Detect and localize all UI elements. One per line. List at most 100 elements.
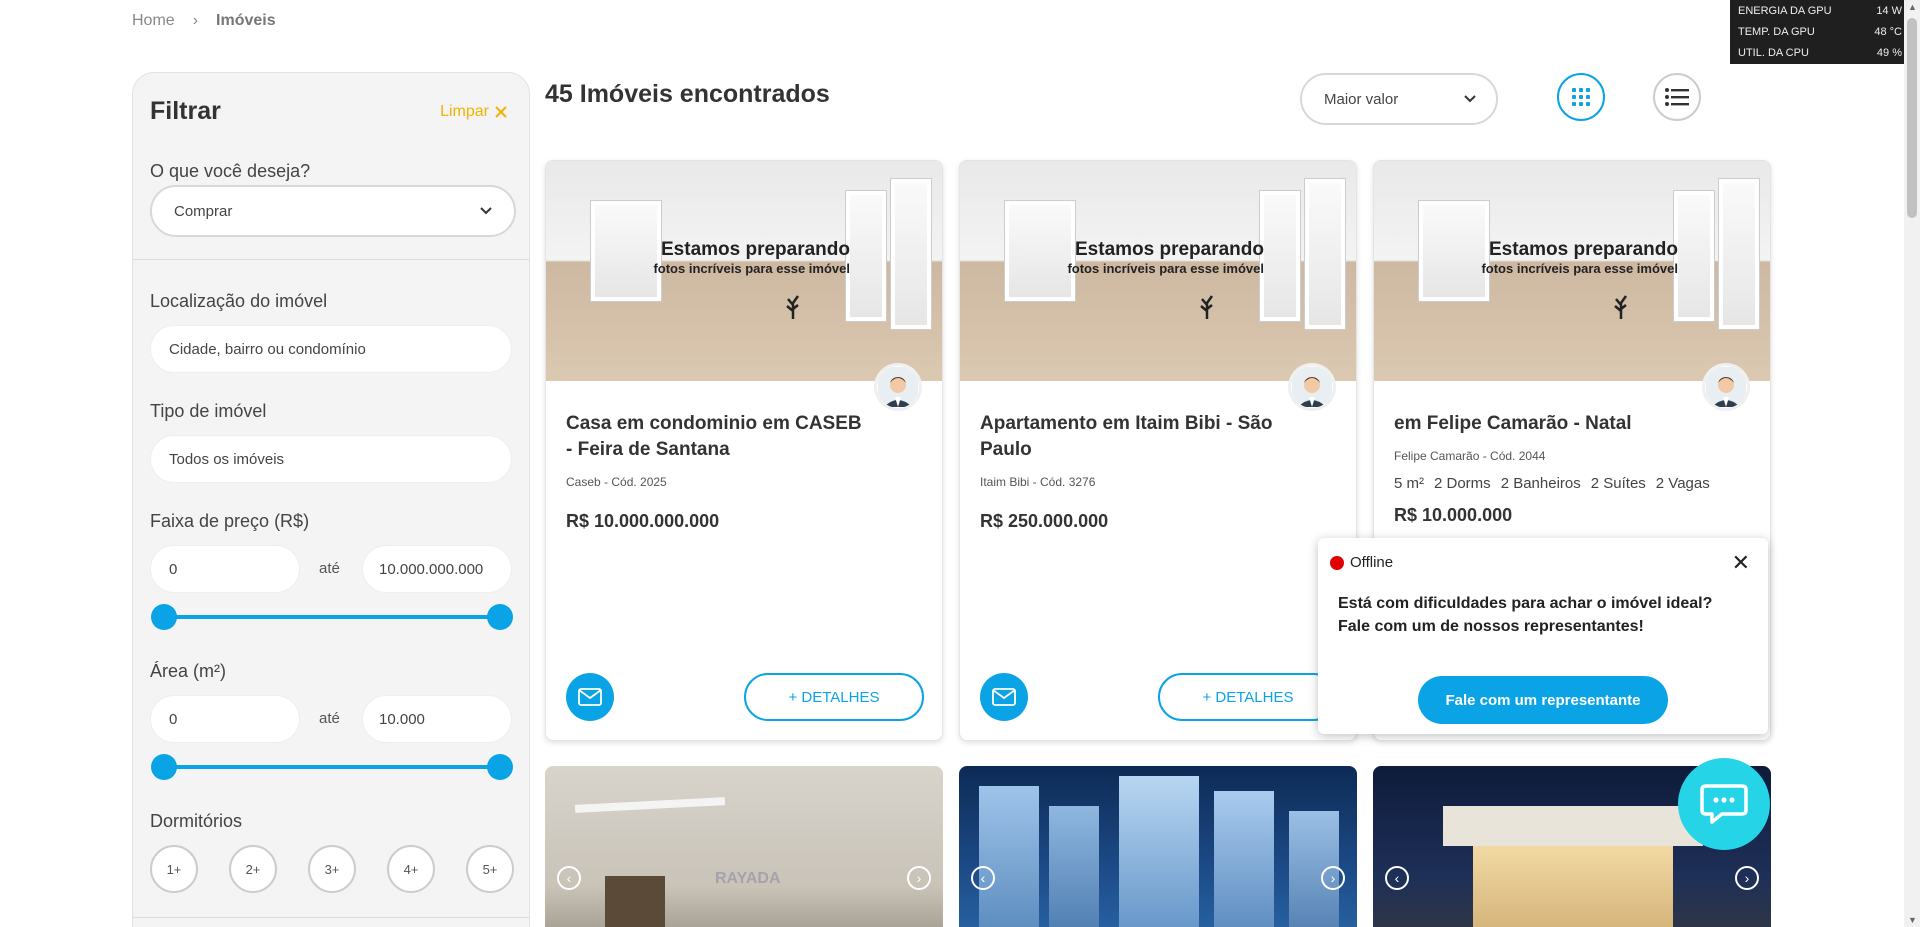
price-max-input[interactable]: 10.000.000.000: [362, 545, 512, 593]
details-button[interactable]: + DETALHES: [1158, 673, 1338, 721]
hardware-monitor-overlay: ENERGIA DA GPU 14 W TEMP. DA GPU 48 °C U…: [1730, 0, 1910, 64]
building: [1214, 791, 1274, 927]
overlay-row: ENERGIA DA GPU 14 W: [1738, 0, 1902, 21]
chat-icon: [1700, 784, 1748, 824]
grid-view-button[interactable]: [1557, 73, 1605, 121]
feature-bathrooms: 2 Banheiros: [1500, 475, 1581, 492]
bedrooms-option[interactable]: 3+: [308, 845, 356, 893]
chat-popup: Offline ✕ Está com dificuldades para ach…: [1318, 538, 1768, 734]
type-select[interactable]: Todos os imóveis: [150, 435, 512, 483]
area-min-input[interactable]: 0: [150, 695, 300, 743]
placeholder-heading: Estamos preparando: [661, 239, 850, 260]
location-label: Localização do imóvel: [150, 291, 328, 311]
property-card[interactable]: Estamos preparando fotos incríveis para …: [959, 160, 1357, 741]
chevron-right-icon: ›: [1744, 870, 1750, 886]
chevron-left-icon: ‹: [566, 870, 572, 886]
chat-message-line2: Fale com um de nossos representantes!: [1338, 618, 1644, 635]
scrollbar-thumb[interactable]: [1907, 18, 1917, 218]
area-label: Área (m²): [150, 661, 226, 681]
property-price: R$ 10.000.000: [1394, 505, 1513, 525]
property-image-placeholder[interactable]: Estamos preparando fotos incríveis para …: [960, 161, 1356, 381]
room-window: [591, 201, 661, 301]
area-slider-max-handle[interactable]: [487, 754, 513, 780]
agent-avatar[interactable]: [874, 363, 922, 411]
property-price: R$ 10.000.000.000: [566, 511, 720, 531]
chat-bubble-button[interactable]: [1678, 758, 1770, 850]
property-title[interactable]: Apartamento em Itaim Bibi - São Paulo: [980, 411, 1280, 463]
breadcrumb-current: Imóveis: [216, 12, 276, 29]
chevron-down-icon: [1464, 95, 1476, 103]
property-image-placeholder[interactable]: Estamos preparando fotos incríveis para …: [1374, 161, 1770, 381]
room-window: [1674, 191, 1714, 321]
chevron-left-icon: ‹: [980, 870, 986, 886]
area-between-label: até: [319, 710, 340, 727]
house-roof: [1443, 806, 1703, 846]
plant-icon: [1200, 295, 1214, 319]
area-max-input[interactable]: 10.000: [362, 695, 512, 743]
sort-select[interactable]: Maior valor: [1300, 73, 1498, 125]
room-window: [1719, 179, 1759, 329]
talk-to-representative-button[interactable]: Fale com um representante: [1418, 676, 1668, 724]
placeholder-subtext: fotos incríveis para esse imóvel: [653, 261, 850, 276]
scroll-down-icon[interactable]: ▼: [1908, 915, 1917, 925]
bedrooms-option[interactable]: 2+: [229, 845, 277, 893]
desire-select-value: Comprar: [174, 202, 233, 220]
agent-avatar[interactable]: [1702, 363, 1750, 411]
next-image-button[interactable]: ›: [1321, 866, 1345, 890]
area-slider-min-handle[interactable]: [151, 754, 177, 780]
building: [1119, 776, 1199, 927]
clear-filters-button[interactable]: Limpar: [440, 103, 509, 121]
list-view-button[interactable]: [1653, 73, 1701, 121]
mail-icon: [578, 688, 602, 706]
room-window: [1419, 201, 1489, 301]
property-card[interactable]: Estamos preparando fotos incríveis para …: [545, 160, 943, 741]
contact-email-button[interactable]: [980, 673, 1028, 721]
price-slider-min-handle[interactable]: [151, 604, 177, 630]
prev-image-button[interactable]: ‹: [1385, 866, 1409, 890]
area-min-value: 0: [169, 710, 178, 728]
prev-image-button[interactable]: ‹: [557, 866, 581, 890]
results-count-title: 45 Imóveis encontrados: [545, 80, 830, 108]
agent-avatar-icon: [1292, 367, 1332, 407]
price-slider-max-handle[interactable]: [487, 604, 513, 630]
price-max-value: 10.000.000.000: [379, 560, 484, 578]
contact-email-button[interactable]: [566, 673, 614, 721]
room-window: [846, 191, 886, 321]
chat-close-button[interactable]: ✕: [1732, 550, 1750, 576]
property-title[interactable]: em Felipe Camarão - Natal: [1394, 411, 1694, 437]
building: [979, 786, 1039, 927]
price-label: Faixa de preço (R$): [150, 511, 310, 531]
area-slider-track: [164, 765, 500, 769]
room-window: [1005, 201, 1075, 301]
property-subtitle: Felipe Camarão - Cód. 2044: [1394, 449, 1546, 463]
breadcrumb-home[interactable]: Home: [132, 12, 175, 30]
house-facade: [1473, 846, 1673, 927]
agent-avatar[interactable]: [1288, 363, 1336, 411]
overlay-value: 48 °C: [1874, 25, 1902, 38]
room-window: [1305, 179, 1345, 329]
bedrooms-option[interactable]: 1+: [150, 845, 198, 893]
property-card-image[interactable]: RAYADA ‹ ›: [545, 766, 943, 927]
bedrooms-option[interactable]: 5+: [466, 845, 514, 893]
property-title[interactable]: Casa em condominio em CASEB - Feira de S…: [566, 411, 866, 463]
price-min-input[interactable]: 0: [150, 545, 300, 593]
agent-avatar-icon: [1706, 367, 1746, 407]
offline-status-dot: [1330, 556, 1344, 570]
desire-select[interactable]: Comprar: [150, 185, 516, 237]
property-card-image[interactable]: ‹ ›: [959, 766, 1357, 927]
details-button[interactable]: + DETALHES: [744, 673, 924, 721]
next-image-button[interactable]: ›: [1735, 866, 1759, 890]
property-image-placeholder[interactable]: Estamos preparando fotos incríveis para …: [546, 161, 942, 381]
next-image-button[interactable]: ›: [907, 866, 931, 890]
price-between-label: até: [319, 560, 340, 577]
price-min-value: 0: [169, 560, 178, 578]
price-slider-track: [164, 615, 500, 619]
scroll-up-icon[interactable]: ▲: [1908, 2, 1917, 12]
property-subtitle: Itaim Bibi - Cód. 3276: [980, 475, 1096, 489]
bedrooms-option[interactable]: 4+: [387, 845, 435, 893]
chat-message: Está com dificuldades para achar o imóve…: [1338, 592, 1738, 638]
page-scrollbar[interactable]: ▲ ▼: [1904, 0, 1920, 927]
plant-icon: [1614, 295, 1628, 319]
location-input[interactable]: Cidade, bairro ou condomínio: [150, 325, 512, 373]
prev-image-button[interactable]: ‹: [971, 866, 995, 890]
